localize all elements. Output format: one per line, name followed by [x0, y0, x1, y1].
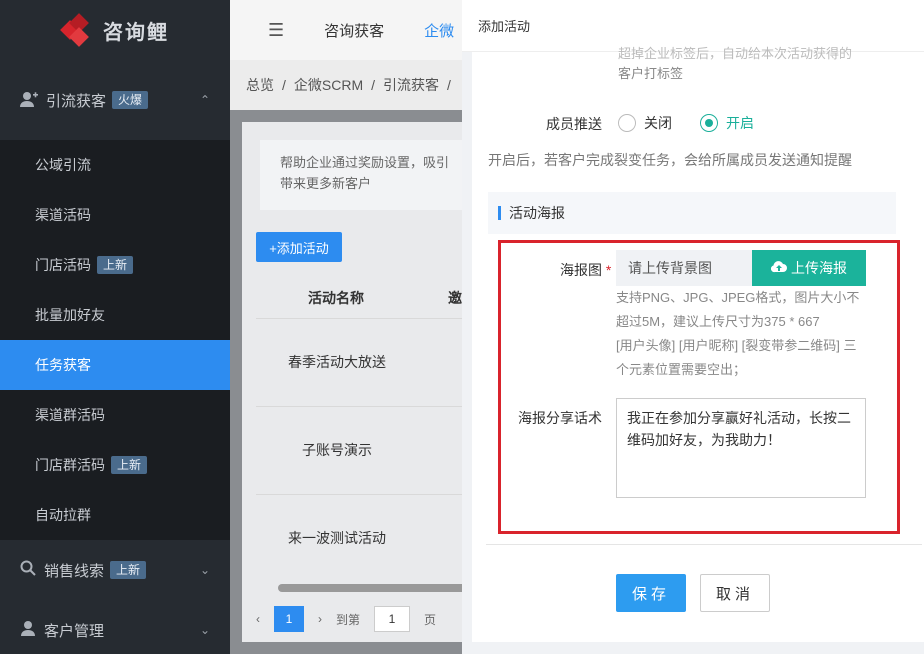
menu-group-lead[interactable]: 引流获客 火爆 ⌃ — [0, 60, 230, 140]
page-number[interactable]: 1 — [274, 606, 304, 632]
cancel-button[interactable]: 取消 — [700, 574, 770, 612]
chevron-up-icon: ⌃ — [199, 93, 210, 107]
poster-tip: 个元素位置需要空出； — [616, 362, 747, 377]
sidebar-item-channel-group[interactable]: 渠道群活码 — [0, 390, 230, 440]
breadcrumb-item[interactable]: 企微SCRM — [294, 75, 363, 95]
page-suffix: 页 — [424, 612, 437, 627]
upload-poster-button[interactable]: 上传海报 — [752, 250, 866, 286]
save-button[interactable]: 保存 — [616, 574, 686, 612]
new-badge: 上新 — [97, 256, 134, 274]
hot-badge: 火爆 — [112, 91, 149, 109]
sidebar-item-public[interactable]: 公域引流 — [0, 140, 230, 190]
sidebar-item-label: 自动拉群 — [35, 507, 91, 523]
poster-tip: 超过5M，建议上传尺寸为375 * 667 — [616, 314, 820, 329]
cloud-upload-icon — [770, 260, 787, 277]
share-script-label: 海报分享话术 — [518, 410, 602, 426]
breadcrumb-item[interactable]: 总览 — [246, 75, 274, 95]
menu-group-label: 销售线索 — [44, 562, 105, 580]
pagination: ‹ 1 › 到第 1 页 — [256, 606, 436, 632]
goto-label: 到第 — [336, 612, 361, 627]
poster-upload-field[interactable]: 请上传背景图 上传海报 — [616, 250, 866, 286]
logo-icon — [60, 13, 93, 47]
sidebar-item-label: 公域引流 — [35, 157, 91, 173]
chevron-down-icon: ⌄ — [199, 623, 210, 637]
upload-button-label: 上传海报 — [791, 260, 847, 276]
sidebar-item-batch-add[interactable]: 批量加好友 — [0, 290, 230, 340]
sidebar-item-label: 渠道活码 — [35, 207, 91, 223]
sidebar: 咨询鲤 引流获客 火爆 ⌃ 公域引流 渠道活码 门店活码 上新 批量加好友 任务获… — [0, 0, 230, 654]
menu-group-label: 引流获客 — [46, 92, 107, 110]
sidebar-item-label: 任务获客 — [35, 357, 91, 373]
user-add-icon — [20, 91, 38, 110]
menu-group-label: 客户管理 — [44, 622, 105, 640]
app-name: 咨询鲤 — [103, 21, 169, 44]
sidebar-item-label: 门店群活码 — [35, 457, 105, 473]
table-row[interactable]: 来一波测试活动 — [288, 528, 386, 548]
tag-help-line: 超掉企业标签后，自动给本次活动获得的 — [618, 46, 853, 61]
menu-group-sales[interactable]: 销售线索 上新 ⌄ — [0, 540, 230, 600]
add-activity-button[interactable]: +添加活动 — [256, 232, 342, 262]
poster-label-text: 海报图 — [560, 262, 602, 278]
sidebar-item-store-code[interactable]: 门店活码 上新 — [0, 240, 230, 290]
section-title: 活动海报 — [509, 205, 565, 221]
radio-off[interactable]: 关闭 — [618, 113, 672, 133]
table-row[interactable]: 子账号演示 — [302, 440, 372, 460]
sidebar-item-store-group[interactable]: 门店群活码 上新 — [0, 440, 230, 490]
divider — [486, 544, 922, 545]
chevron-down-icon: ⌄ — [199, 563, 210, 577]
sidebar-item-auto-group[interactable]: 自动拉群 — [0, 490, 230, 540]
user-icon — [20, 620, 36, 640]
breadcrumb-item[interactable]: 引流获客 — [383, 75, 439, 95]
radio-on[interactable]: 开启 — [700, 113, 754, 133]
sidebar-item-task[interactable]: 任务获客 — [0, 340, 230, 390]
tab-consult[interactable]: 咨询获客 — [324, 20, 384, 41]
next-page-icon[interactable]: › — [318, 612, 322, 626]
sidebar-item-label: 批量加好友 — [35, 307, 105, 323]
drawer-body: 超掉企业标签后，自动给本次活动获得的 客户打标签 成员推送 关闭 开启 开启后，… — [472, 46, 924, 642]
menu-toggle-icon[interactable]: ☰ — [268, 20, 284, 41]
column-header: 邀 — [448, 290, 462, 306]
sidebar-item-label: 渠道群活码 — [35, 407, 105, 423]
poster-label: 海报图 * — [560, 260, 611, 280]
tag-help-line: 客户打标签 — [618, 66, 684, 81]
section-poster: 活动海报 — [488, 192, 896, 234]
push-hint: 开启后，若客户完成裂变任务，会给所属成员发送通知提醒 — [488, 152, 852, 168]
prev-page-icon[interactable]: ‹ — [256, 612, 260, 626]
new-badge: 上新 — [111, 456, 148, 474]
search-icon — [20, 560, 36, 580]
menu-group-customer[interactable]: 客户管理 ⌄ — [0, 600, 230, 654]
table-row[interactable]: 春季活动大放送 — [288, 352, 386, 372]
tag-help-text: 超掉企业标签后，自动给本次活动获得的 客户打标签 — [618, 44, 888, 84]
radio-circle — [700, 114, 718, 132]
member-push-label: 成员推送 — [546, 116, 602, 132]
section-bar — [498, 206, 501, 220]
new-badge: 上新 — [110, 561, 147, 579]
column-header: 活动名称 — [308, 290, 364, 306]
add-activity-drawer: 添加活动 超掉企业标签后，自动给本次活动获得的 客户打标签 成员推送 关闭 开启… — [462, 0, 924, 654]
sidebar-item-label: 门店活码 — [35, 257, 91, 273]
share-script-textarea[interactable]: 我正在参加分享赢好礼活动，长按二维码加好友，为我助力！ — [616, 398, 866, 498]
goto-input[interactable]: 1 — [374, 606, 411, 632]
tab-wecom[interactable]: 企微 — [424, 20, 454, 41]
sidebar-item-channel-code[interactable]: 渠道活码 — [0, 190, 230, 240]
poster-tip: [用户头像] [用户昵称] [裂变带参二维码] 三 — [616, 338, 857, 353]
radio-label: 关闭 — [644, 115, 672, 131]
upload-placeholder: 请上传背景图 — [628, 260, 712, 276]
logo[interactable]: 咨询鲤 — [0, 0, 230, 60]
radio-label: 开启 — [726, 115, 754, 131]
required-mark: * — [605, 262, 612, 278]
poster-tip: 支持PNG、JPG、JPEG格式，图片大小不 — [616, 290, 860, 305]
radio-circle — [618, 114, 636, 132]
